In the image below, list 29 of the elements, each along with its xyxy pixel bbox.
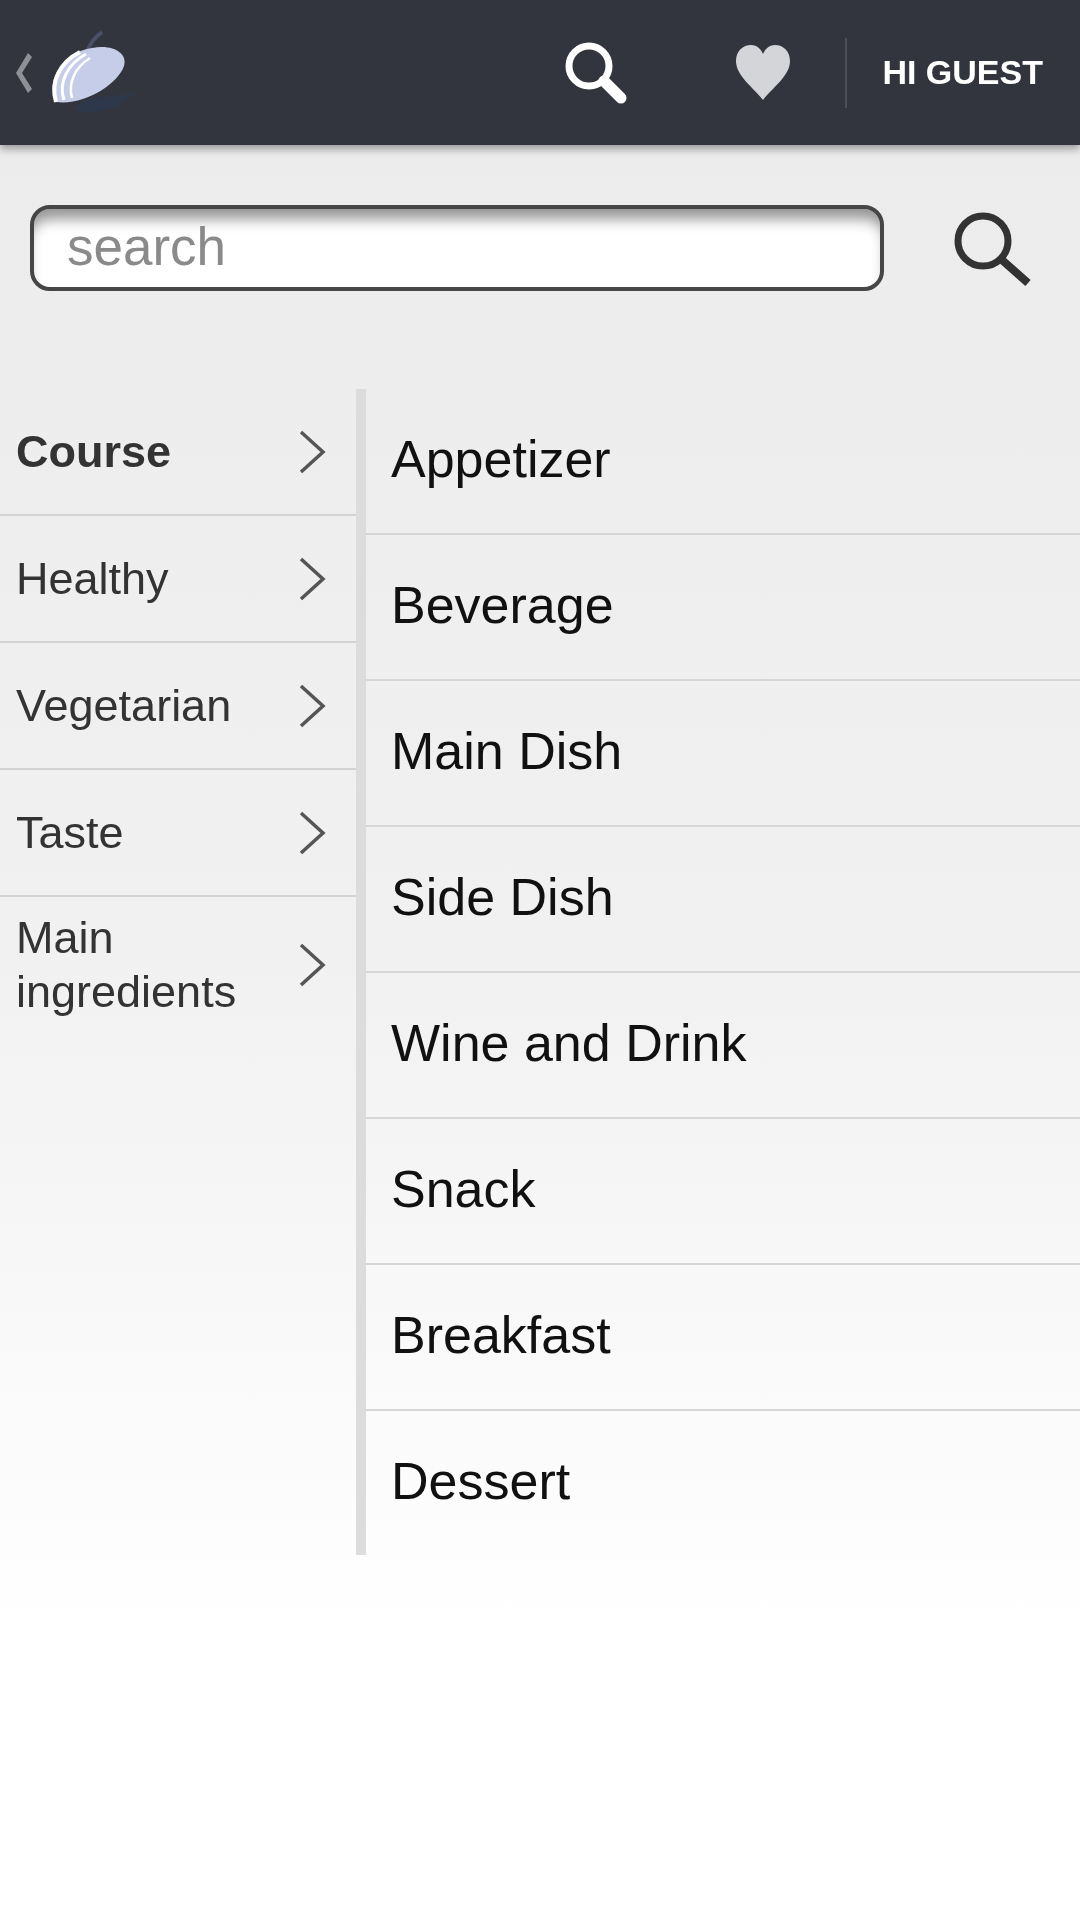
category-label: Taste — [16, 805, 124, 860]
search-icon — [952, 210, 1032, 286]
option-item[interactable]: Side Dish — [366, 825, 1080, 971]
option-item[interactable]: Main Dish — [366, 679, 1080, 825]
category-item[interactable]: Main ingredients — [0, 895, 356, 1033]
category-label: Healthy — [16, 551, 169, 606]
chevron-right-icon — [298, 809, 326, 856]
category-label: Course — [16, 424, 172, 479]
chevron-right-icon — [298, 428, 326, 475]
search-button[interactable] — [952, 210, 1032, 286]
option-item[interactable]: Appetizer — [366, 389, 1080, 533]
chevron-right-icon — [298, 555, 326, 602]
option-item[interactable]: Breakfast — [366, 1263, 1080, 1409]
heart-icon — [734, 43, 793, 102]
category-item[interactable]: Healthy — [0, 514, 356, 641]
option-item[interactable]: Snack — [366, 1117, 1080, 1263]
favorites-button[interactable] — [734, 43, 793, 102]
category-item[interactable]: Course — [0, 389, 356, 514]
greeting-button[interactable]: HI GUEST — [882, 53, 1043, 92]
category-item[interactable]: Taste — [0, 768, 356, 895]
chevron-right-icon — [298, 942, 326, 988]
option-item[interactable]: Dessert — [366, 1409, 1080, 1555]
option-item[interactable]: Wine and Drink — [366, 971, 1080, 1117]
category-item[interactable]: Vegetarian — [0, 641, 356, 768]
category-label: Main ingredients — [16, 911, 238, 1019]
chevron-right-icon — [298, 682, 326, 729]
category-label: Vegetarian — [16, 678, 232, 733]
search-field[interactable]: search — [30, 205, 884, 291]
option-item[interactable]: Beverage — [366, 533, 1080, 679]
